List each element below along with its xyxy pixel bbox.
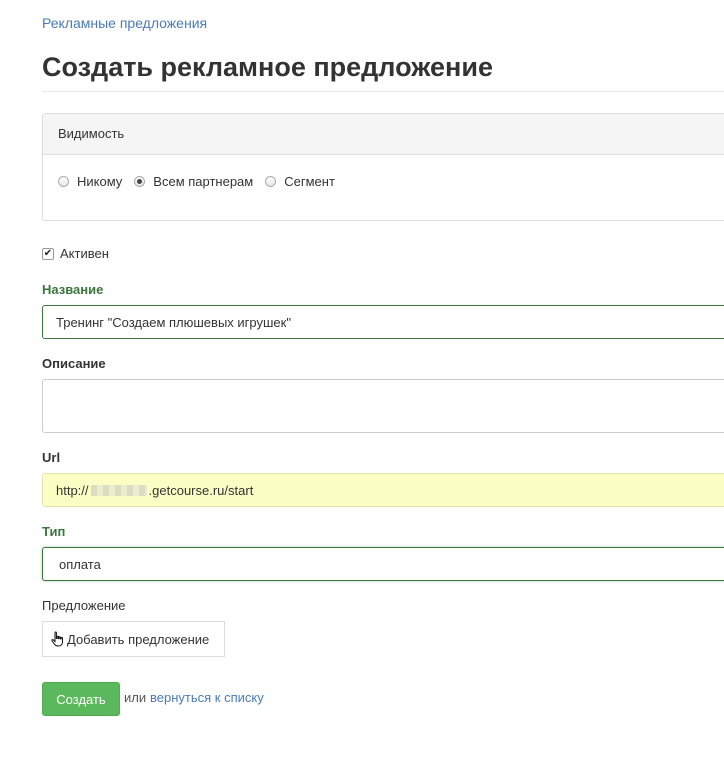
url-prefix: http:// [56,482,89,498]
radio-all-partners[interactable] [134,176,146,187]
add-offer-label: Добавить предложение [67,631,210,647]
redacted-subdomain [90,484,147,496]
back-to-list-link[interactable]: вернуться к списку [150,690,264,705]
visibility-header: Видимость [43,114,724,155]
radio-label-segment: Сегмент [284,174,335,189]
visibility-panel: Видимость Никому Всем партнерам Сегмент [42,113,724,221]
title-divider [42,91,724,92]
name-value: Тренинг "Создаем плюшевых игрушек" [56,314,291,330]
description-label: Описание [42,356,106,371]
radio-label-nobody: Никому [77,174,123,189]
visibility-radio-group: Никому Всем партнерам Сегмент [58,174,347,189]
active-row: ✔ Активен [42,246,109,261]
breadcrumb-link[interactable]: Рекламные предложения [42,15,207,31]
create-button[interactable]: Создать [42,682,120,716]
description-field[interactable] [42,379,724,433]
or-text: или [124,690,147,705]
radio-label-all-partners: Всем партнерам [153,174,254,189]
radio-option-nobody[interactable]: Никому [58,174,122,189]
url-field[interactable]: http:// .getcourse.ru/start [42,473,724,507]
url-suffix: .getcourse.ru/start [148,482,254,498]
name-field[interactable]: Тренинг "Создаем плюшевых игрушек" [42,305,724,339]
radio-nobody[interactable] [58,176,69,187]
radio-segment[interactable] [265,176,277,187]
page-title: Создать рекламное предложение [42,52,493,82]
radio-option-all-partners[interactable]: Всем партнерам [134,174,253,189]
url-label: Url [42,450,61,465]
name-label: Название [42,282,104,297]
add-offer-button[interactable]: Добавить предложение [42,621,225,657]
type-label: Тип [42,524,66,539]
type-select[interactable]: оплата [42,547,724,581]
type-value: оплата [59,556,101,572]
active-label: Активен [60,246,109,261]
offer-label: Предложение [42,598,126,613]
hand-pointer-icon [51,631,63,647]
active-checkbox[interactable]: ✔ [42,247,54,260]
radio-option-segment[interactable]: Сегмент [265,174,335,189]
